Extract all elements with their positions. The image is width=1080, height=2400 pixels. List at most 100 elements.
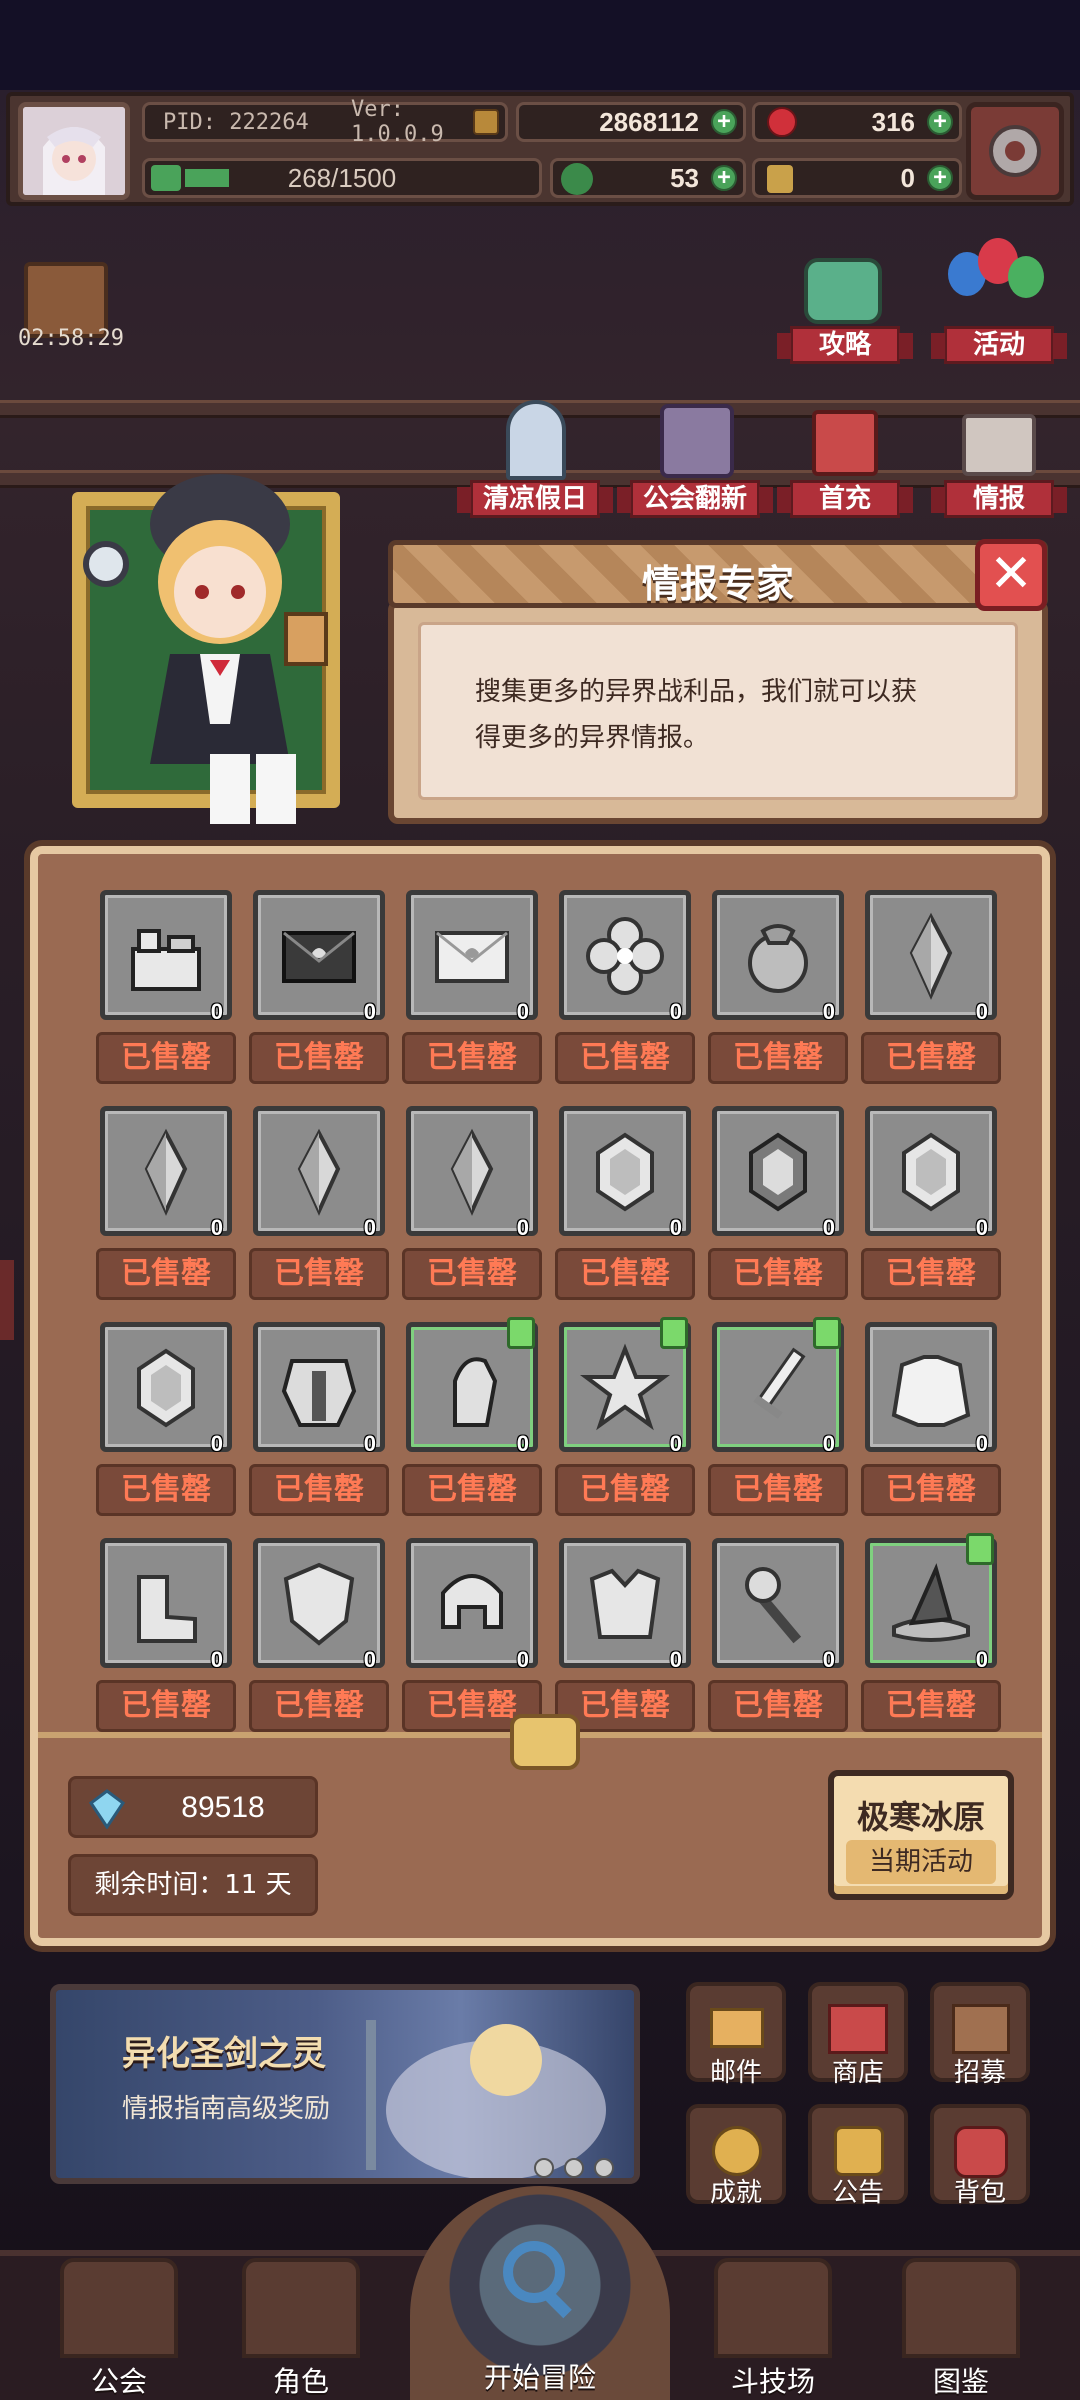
gift-timer: 02:58:29: [18, 326, 124, 351]
dark-gem-icon: [749, 1132, 807, 1212]
gems-value: 316: [871, 106, 915, 137]
item-cell[interactable]: 0 已售罄: [702, 890, 852, 1100]
close-button[interactable]: ✕: [975, 539, 1047, 611]
nav-character[interactable]: 角色: [236, 2256, 366, 2398]
current-event-button[interactable]: 极寒冰原 当期活动: [828, 1770, 1014, 1900]
player-avatar[interactable]: [18, 102, 130, 200]
item-count: 0: [363, 999, 376, 1024]
castle-icon: [131, 929, 201, 991]
item-count: 0: [975, 1431, 988, 1456]
item-slot[interactable]: 0: [406, 1538, 538, 1672]
add-clover-icon[interactable]: +: [711, 165, 737, 191]
item-slot[interactable]: 0: [406, 1317, 538, 1456]
start-adventure-label: 开始冒险: [483, 2361, 596, 2394]
item-slot[interactable]: 0: [406, 890, 538, 1024]
item-slot[interactable]: 0: [100, 890, 232, 1024]
item-slot[interactable]: 0: [559, 1106, 691, 1240]
item-cell[interactable]: 0 已售罄: [549, 890, 699, 1100]
item-slot[interactable]: 0: [865, 890, 997, 1024]
item-slot[interactable]: 0: [100, 1322, 232, 1456]
item-cell[interactable]: 0 已售罄: [90, 1322, 240, 1532]
nav-guild-label: 公会: [90, 2365, 147, 2398]
sold-out-label: 已售罄: [555, 1464, 695, 1516]
promo-banner[interactable]: 异化圣剑之灵 情报指南高级奖励: [50, 1984, 640, 2184]
item-slot[interactable]: 0: [559, 1538, 691, 1672]
item-slot[interactable]: 0: [253, 1322, 385, 1456]
flower-icon: [586, 917, 664, 995]
carousel-dot[interactable]: [594, 2158, 614, 2178]
item-cell[interactable]: 0 已售罄: [243, 890, 393, 1100]
holiday-button[interactable]: 清凉假日: [457, 400, 613, 518]
item-cell[interactable]: 0 已售罄: [549, 1106, 699, 1316]
guide-button[interactable]: 攻略: [777, 250, 913, 364]
guild-refresh-button[interactable]: 公会翻新: [617, 400, 773, 518]
item-slot[interactable]: 0: [100, 1106, 232, 1240]
item-cell[interactable]: 0 已售罄: [702, 1106, 852, 1316]
sold-out-label: 已售罄: [861, 1032, 1001, 1084]
dialog-header: 情报专家 ✕: [388, 539, 1048, 611]
guild-house-icon: [660, 404, 734, 478]
beach-icon: [506, 400, 566, 480]
item-slot[interactable]: 0: [865, 1533, 997, 1672]
item-cell[interactable]: 0 已售罄: [243, 1106, 393, 1316]
item-slot[interactable]: 0: [712, 1317, 844, 1456]
item-cell[interactable]: 0 已售罄: [549, 1317, 699, 1532]
item-slot[interactable]: 0: [712, 890, 844, 1024]
item-slot[interactable]: 0: [100, 1538, 232, 1672]
dialog-text-area: 搜集更多的异界战利品，我们就可以获 得更多的异界情报。: [418, 622, 1018, 800]
item-slot[interactable]: 0: [712, 1538, 844, 1672]
item-cell[interactable]: 0 已售罄: [702, 1317, 852, 1532]
crystal-icon: [450, 1128, 494, 1216]
sold-out-label: 已售罄: [861, 1248, 1001, 1300]
item-slot[interactable]: 0: [559, 1317, 691, 1456]
item-cell[interactable]: 0 已售罄: [396, 890, 546, 1100]
item-cell[interactable]: 0 已售罄: [90, 1106, 240, 1316]
item-cell[interactable]: 0 已售罄: [90, 890, 240, 1100]
sold-out-label: 已售罄: [708, 1248, 848, 1300]
item-slot[interactable]: 0: [865, 1322, 997, 1456]
trophy-icon: [712, 2126, 762, 2176]
exp-value: 268/1500: [287, 162, 397, 193]
item-cell[interactable]: 0 已售罄: [396, 1317, 546, 1532]
item-slot[interactable]: 0: [865, 1106, 997, 1240]
gear-icon: [989, 125, 1041, 177]
sold-out-label: 已售罄: [96, 1032, 236, 1084]
item-cell[interactable]: 0 已售罄: [396, 1106, 546, 1316]
item-cell[interactable]: 0 已售罄: [90, 1538, 240, 1748]
first-charge-button[interactable]: 首充: [777, 400, 913, 518]
item-cell[interactable]: 0 已售罄: [855, 1322, 1005, 1532]
add-gems-icon[interactable]: +: [927, 109, 953, 135]
nav-arena[interactable]: 斗技场: [708, 2256, 838, 2398]
item-slot[interactable]: 0: [712, 1106, 844, 1240]
item-cell[interactable]: 0 已售罄: [855, 1106, 1005, 1316]
exp-bar: 268/1500: [142, 158, 542, 198]
settings-button[interactable]: [966, 102, 1064, 200]
event-name: 极寒冰原: [856, 1798, 985, 1836]
item-cell[interactable]: 0 已售罄: [243, 1538, 393, 1748]
nav-guild[interactable]: 公会: [54, 2256, 184, 2398]
activity-button[interactable]: 活动: [931, 236, 1067, 364]
ruby-icon: [767, 107, 797, 137]
item-cell[interactable]: 0 已售罄: [855, 890, 1005, 1100]
item-slot[interactable]: 0: [253, 1106, 385, 1240]
chat-bubble-icon: [804, 258, 882, 324]
item-cell[interactable]: 0 已售罄: [855, 1533, 1005, 1748]
item-cell[interactable]: 0 已售罄: [243, 1322, 393, 1532]
carousel-dot[interactable]: [534, 2158, 554, 2178]
gold-value: 2868112: [599, 106, 699, 137]
sold-out-label: 已售罄: [861, 1464, 1001, 1516]
item-slot[interactable]: 0: [253, 890, 385, 1024]
item-slot[interactable]: 0: [559, 890, 691, 1024]
item-cell[interactable]: 0 已售罄: [702, 1538, 852, 1748]
item-slot[interactable]: 0: [406, 1106, 538, 1240]
nav-codex[interactable]: 图鉴: [896, 2256, 1026, 2398]
item-count: 0: [975, 999, 988, 1024]
intel-button[interactable]: 情报: [931, 400, 1067, 518]
carousel-dot[interactable]: [564, 2158, 584, 2178]
item-slot[interactable]: 0: [253, 1538, 385, 1672]
sold-out-label: 已售罄: [402, 1464, 542, 1516]
codex-book-icon: [902, 2258, 1020, 2358]
add-gold-icon[interactable]: +: [711, 109, 737, 135]
add-ticket-icon[interactable]: +: [927, 165, 953, 191]
item-count: 0: [822, 1431, 835, 1456]
